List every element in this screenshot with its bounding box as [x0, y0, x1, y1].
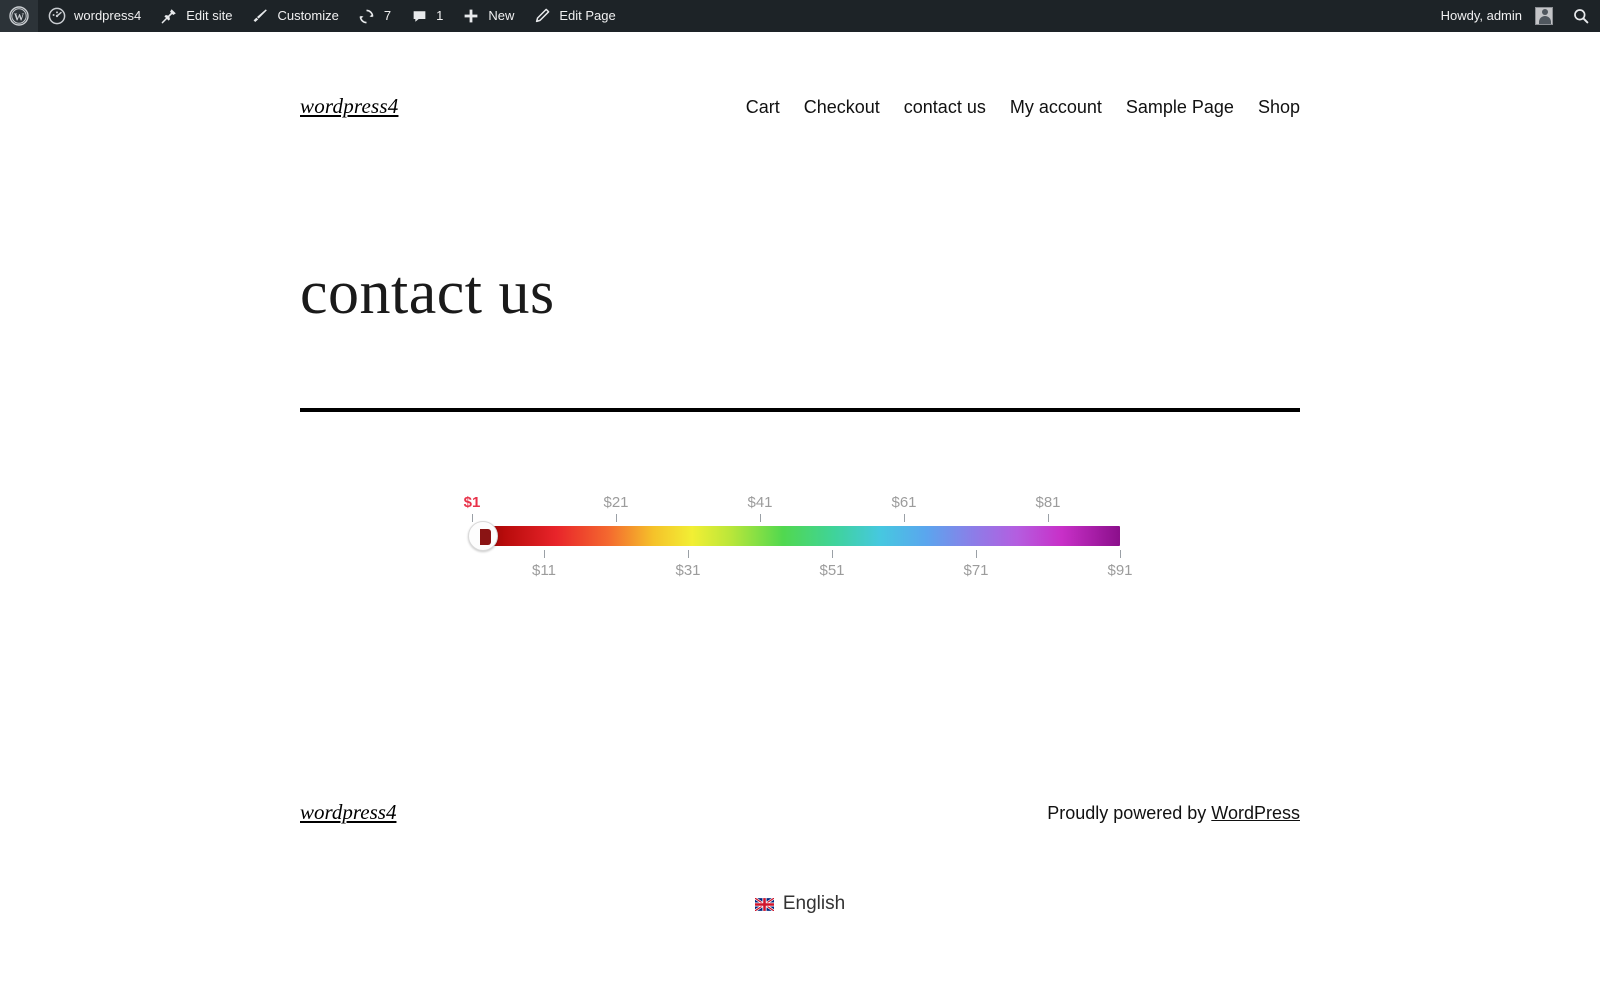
slider-tick-label-bottom: $31 — [675, 562, 701, 579]
howdy-label: Howdy, admin — [1440, 8, 1522, 23]
admin-bar-new-content[interactable]: New — [452, 0, 523, 32]
update-icon — [357, 6, 377, 26]
footer-row: wordpress4 Proudly powered by WordPress — [300, 800, 1300, 825]
slider-tick-top — [760, 514, 761, 522]
slider-handle[interactable] — [468, 521, 498, 551]
slider-tick-bottom — [832, 550, 833, 558]
wordpress-credit-link[interactable]: WordPress — [1211, 803, 1300, 823]
admin-bar-edit-site[interactable]: Edit site — [150, 0, 241, 32]
admin-bar-customize-label: Customize — [277, 8, 339, 23]
search-icon — [1571, 6, 1591, 26]
slider-tick-bottom — [544, 550, 545, 558]
nav-item-contact-us[interactable]: contact us — [904, 97, 986, 118]
admin-bar-updates[interactable]: 7 — [348, 0, 400, 32]
dashboard-icon — [47, 6, 67, 26]
uk-flag-icon — [754, 897, 774, 911]
slider-tick-label-top: $41 — [747, 494, 773, 511]
wp-admin-bar: W wordpress4 Edit site Customize 7 1 New… — [0, 0, 1600, 32]
footer-site-title-link[interactable]: wordpress4 — [300, 800, 396, 825]
paintbrush-icon — [250, 6, 270, 26]
pencil-icon — [532, 6, 552, 26]
slider-tick-bottom — [1120, 550, 1121, 558]
avatar — [1535, 7, 1553, 25]
site-header: wordpress4 Cart Checkout contact us My a… — [300, 32, 1300, 119]
slider-tick-top — [616, 514, 617, 522]
wordpress-icon: W — [9, 6, 29, 26]
title-divider — [300, 408, 1300, 412]
admin-bar-edit-site-label: Edit site — [186, 8, 233, 23]
slider-tick-label-top: $61 — [891, 494, 917, 511]
primary-navigation: Cart Checkout contact us My account Samp… — [746, 97, 1300, 118]
price-range-slider[interactable]: $1 $21 $41 $61 $81 $11 $31 $51 $71 $91 — [464, 488, 1133, 598]
slider-tick-label-bottom: $51 — [819, 562, 845, 579]
admin-bar-wp-logo[interactable]: W — [0, 0, 38, 32]
admin-bar-site-name-label: wordpress4 — [74, 8, 142, 23]
footer-credit: Proudly powered by WordPress — [1047, 803, 1300, 824]
nav-item-shop[interactable]: Shop — [1258, 97, 1300, 118]
slider-tick-label-bottom: $71 — [963, 562, 989, 579]
slider-tick-label-bottom: $91 — [1107, 562, 1133, 579]
slider-tick-label-bottom: $11 — [532, 562, 556, 579]
language-switcher-english[interactable]: English — [754, 893, 846, 915]
language-switcher-row: English — [0, 893, 1600, 915]
page-title: contact us — [300, 259, 555, 327]
footer-credit-prefix: Proudly powered by — [1047, 803, 1212, 823]
site-footer: wordpress4 Proudly powered by WordPress … — [0, 800, 1600, 915]
slider-current-value-label: $1 — [463, 494, 481, 511]
nav-item-my-account[interactable]: My account — [1010, 97, 1102, 118]
slider-tick-top — [904, 514, 905, 522]
admin-bar-spacer — [625, 0, 1432, 32]
slider-tick-bottom — [976, 550, 977, 558]
header-container: wordpress4 Cart Checkout contact us My a… — [300, 32, 1300, 119]
comment-bubble-icon — [409, 6, 429, 26]
language-label: English — [782, 893, 846, 914]
site-wrapper: wordpress4 Cart Checkout contact us My a… — [0, 32, 1600, 1005]
price-slider-section: $1 $21 $41 $61 $81 $11 $31 $51 $71 $91 — [300, 488, 1300, 598]
admin-bar-comments[interactable]: 1 — [400, 0, 452, 32]
admin-bar-my-account[interactable]: Howdy, admin — [1432, 0, 1562, 32]
slider-tick-label-top: $81 — [1035, 494, 1061, 511]
svg-text:W: W — [14, 12, 25, 23]
slider-tick-top — [472, 514, 473, 522]
slider-tick-label-top: $21 — [603, 494, 629, 511]
slider-tick-bottom — [688, 550, 689, 558]
pin-icon — [159, 6, 179, 26]
admin-bar-site-name[interactable]: wordpress4 — [38, 0, 150, 32]
admin-bar-edit-page[interactable]: Edit Page — [523, 0, 624, 32]
slider-track[interactable] — [472, 526, 1120, 546]
plus-icon — [461, 6, 481, 26]
admin-bar-edit-page-label: Edit Page — [559, 8, 616, 23]
main-container: contact us $1 $21 $41 $61 $81 $11 $31 $51 $71 $91 — [300, 119, 1300, 598]
slider-tick-top — [1048, 514, 1049, 522]
site-title-link[interactable]: wordpress4 — [300, 94, 398, 119]
nav-item-checkout[interactable]: Checkout — [804, 97, 880, 118]
admin-bar-comments-count: 1 — [436, 8, 444, 23]
admin-bar-customize[interactable]: Customize — [241, 0, 347, 32]
admin-bar-updates-count: 7 — [383, 8, 392, 23]
admin-bar-search[interactable] — [1562, 0, 1600, 32]
admin-bar-new-content-label: New — [488, 8, 515, 23]
nav-item-cart[interactable]: Cart — [746, 97, 780, 118]
nav-item-sample-page[interactable]: Sample Page — [1126, 97, 1234, 118]
